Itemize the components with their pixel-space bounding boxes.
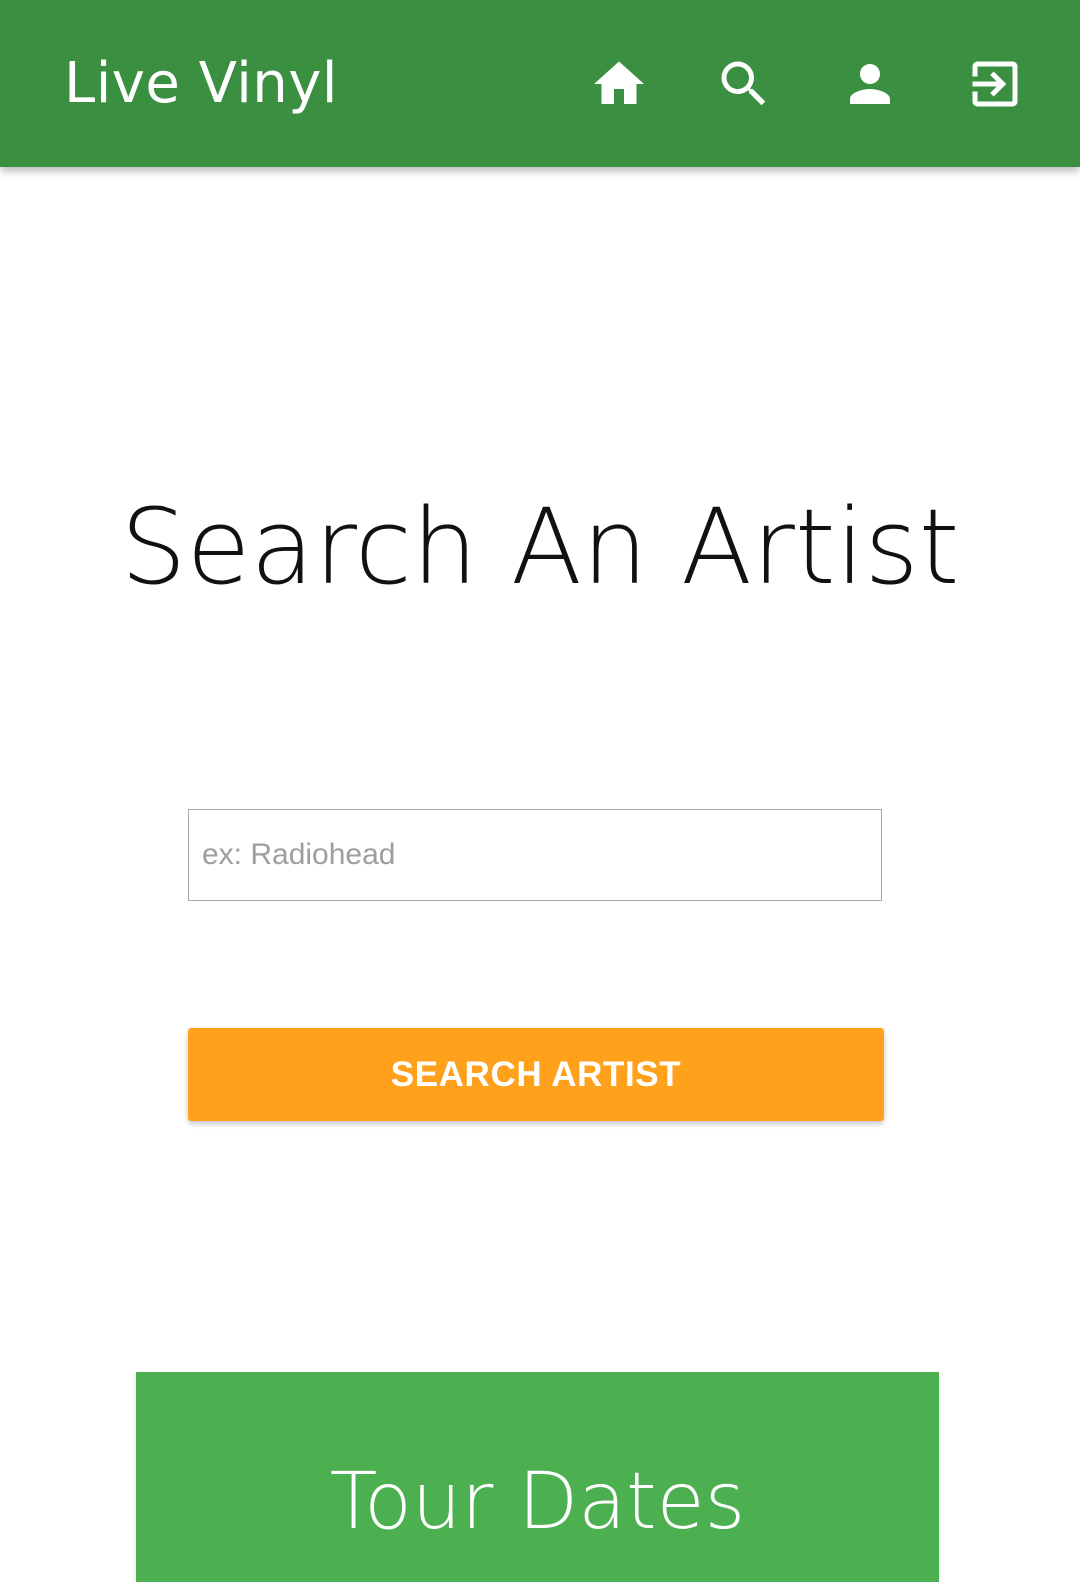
top-app-bar: Live Vinyl <box>0 0 1080 167</box>
logout-icon[interactable] <box>963 52 1027 116</box>
search-artist-button[interactable]: SEARCH ARTIST <box>188 1028 884 1121</box>
brand-logo-link[interactable]: Live Vinyl <box>64 44 338 124</box>
tour-dates-card: Tour Dates <box>136 1372 939 1582</box>
artist-search-input[interactable] <box>188 809 882 901</box>
search-icon[interactable] <box>712 52 776 116</box>
home-icon[interactable] <box>587 52 651 116</box>
account-icon[interactable] <box>838 52 902 116</box>
page: Live Vinyl Search An Artist SEARCH ARTIS… <box>0 0 1080 1582</box>
tour-dates-title: Tour Dates <box>329 1457 746 1547</box>
page-title: Search An Artist <box>120 486 960 608</box>
